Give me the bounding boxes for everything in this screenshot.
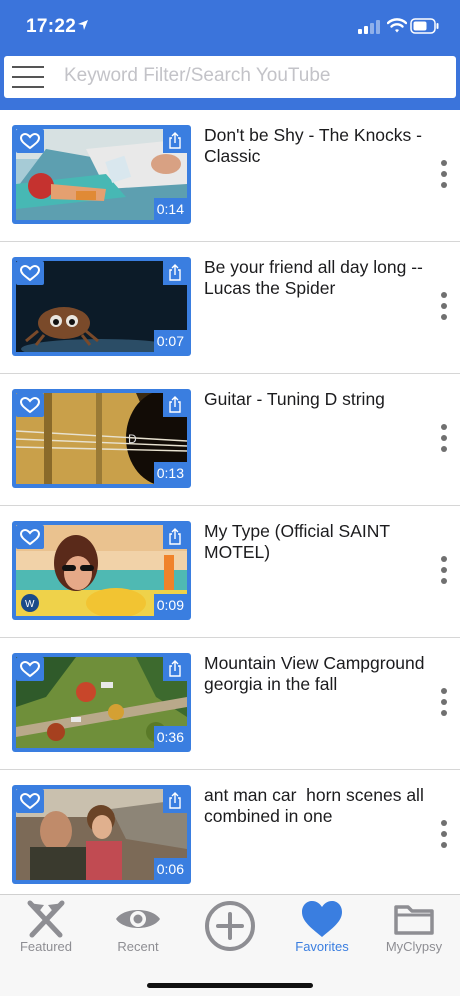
status-time: 17:22 [26,16,77,37]
tab-recent[interactable]: Recent [92,895,184,965]
video-duration: 0:07 [153,330,187,352]
video-duration: 0:06 [153,858,187,880]
heart-outline-icon [19,792,41,810]
more-options-icon[interactable] [438,556,448,586]
tab-favorites[interactable]: Favorites [276,895,368,965]
tab-myclypsy[interactable]: MyClypsy [368,895,460,965]
add-circle-icon [205,901,255,951]
video-thumbnail[interactable]: 0:14 [12,125,191,224]
share-button[interactable] [163,393,187,417]
share-button[interactable] [163,129,187,153]
video-row[interactable]: 0:14 Don't be Shy - The Knocks - Classic [0,110,460,242]
more-options-icon[interactable] [438,424,448,454]
tab-label: Favorites [295,939,349,954]
share-button[interactable] [163,657,187,681]
video-title[interactable]: Don't be Shy - The Knocks - Classic [204,125,434,167]
video-thumbnail[interactable]: W 0:09 [12,521,191,620]
video-row[interactable]: D 0:13 Guitar - Tuning D string [0,374,460,506]
hamburger-menu-icon[interactable] [12,66,44,88]
video-thumbnail[interactable]: 0:07 [12,257,191,356]
video-row[interactable]: 0:36 Mountain View Campground georgia in… [0,638,460,770]
tab-add[interactable] [184,895,276,965]
scissors-icon [27,900,65,938]
svg-text:D: D [128,432,137,446]
wifi-icon [387,18,407,33]
video-title[interactable]: Guitar - Tuning D string [204,389,434,410]
battery-icon [410,18,439,34]
video-duration: 0:13 [153,462,187,484]
video-row[interactable]: W 0:09 My Type (Official SAINT MOTEL) [0,506,460,638]
search-input-placeholder[interactable]: Keyword Filter/Search YouTube [64,65,331,87]
heart-outline-icon [19,528,41,546]
folder-icon [394,905,434,935]
video-list: 0:14 Don't be Shy - The Knocks - Classic [0,110,460,894]
heart-outline-icon [19,132,41,150]
more-options-icon[interactable] [438,688,448,718]
video-title[interactable]: Be your friend all day long -- Lucas the… [204,257,434,299]
video-duration: 0:09 [153,594,187,616]
cellular-signal-icon [358,20,380,34]
tab-label: Featured [19,939,73,954]
favorite-toggle[interactable] [16,129,44,153]
share-button[interactable] [163,789,187,813]
tab-featured[interactable]: Featured [0,895,92,965]
favorite-toggle[interactable] [16,789,44,813]
video-title[interactable]: ant man car horn scenes all combined in … [204,785,434,827]
more-options-icon[interactable] [438,160,448,190]
share-icon [169,264,181,281]
favorite-toggle[interactable] [16,393,44,417]
favorite-toggle[interactable] [16,525,44,549]
share-icon [169,132,181,149]
video-thumbnail[interactable]: 0:06 [12,785,191,884]
share-icon [169,528,181,545]
svg-text:W: W [25,599,35,610]
favorite-toggle[interactable] [16,261,44,285]
video-thumbnail[interactable]: D 0:13 [12,389,191,488]
video-title[interactable]: Mountain View Campground georgia in the … [204,653,434,695]
home-indicator [147,983,313,988]
heart-outline-icon [19,660,41,678]
favorite-toggle[interactable] [16,657,44,681]
location-arrow-icon [78,20,88,30]
header-bar: 17:22 Keyword Filter/Search YouTube [0,0,460,110]
share-icon [169,396,181,413]
video-title[interactable]: My Type (Official SAINT MOTEL) [204,521,434,563]
share-button[interactable] [163,525,187,549]
tab-label: MyClypsy [385,939,443,954]
share-button[interactable] [163,261,187,285]
search-bar[interactable]: Keyword Filter/Search YouTube [4,56,456,98]
video-row[interactable]: 0:07 Be your friend all day long -- Luca… [0,242,460,374]
more-options-icon[interactable] [438,820,448,850]
video-thumbnail[interactable]: 0:36 [12,653,191,752]
share-icon [169,660,181,677]
video-duration: 0:14 [153,198,187,220]
share-icon [169,792,181,809]
heart-outline-icon [19,396,41,414]
tab-label: Recent [117,939,159,954]
tab-bar: Featured Recent Favorites MyClypsy [0,894,460,996]
video-duration: 0:36 [153,726,187,748]
video-row[interactable]: 0:06 ant man car horn scenes all combine… [0,770,460,894]
heart-icon [302,901,342,937]
eye-icon [116,910,160,928]
heart-outline-icon [19,264,41,282]
more-options-icon[interactable] [438,292,448,322]
